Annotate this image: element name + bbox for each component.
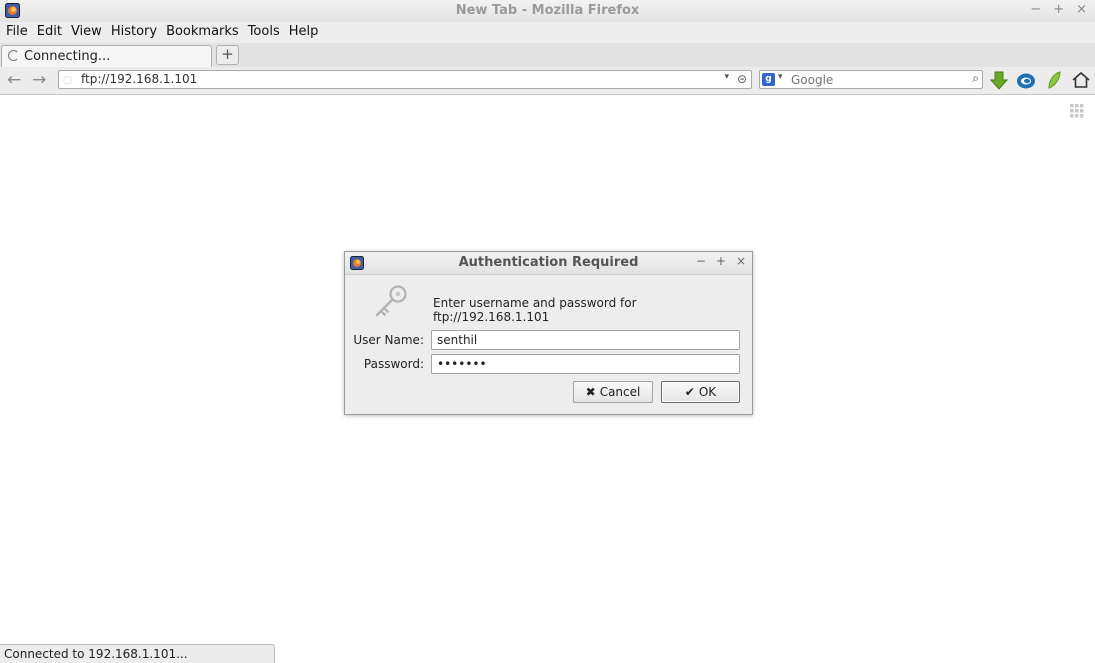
google-engine-icon[interactable]: g — [762, 73, 775, 86]
minimize-button[interactable]: − — [1030, 2, 1041, 17]
ok-button-label: OK — [698, 385, 717, 399]
stop-icon[interactable]: ⊝ — [737, 72, 747, 86]
search-input[interactable] — [791, 71, 961, 88]
url-bar[interactable]: ◌ ftp://192.168.1.101 ▾ ⊝ — [58, 70, 752, 89]
username-label: User Name: — [353, 333, 424, 347]
new-tab-button[interactable]: + — [216, 45, 239, 65]
tab-grid-icon[interactable] — [1070, 104, 1084, 118]
search-go-icon[interactable]: ⌕ — [972, 71, 979, 86]
cancel-button[interactable]: ✖ Cancel — [573, 381, 653, 403]
status-bar: Connected to 192.168.1.101... — [0, 644, 275, 663]
menu-tools[interactable]: Tools — [244, 22, 285, 43]
menu-bookmarks[interactable]: Bookmarks — [162, 22, 244, 43]
loading-spinner-icon — [8, 50, 19, 61]
forward-button[interactable]: → — [32, 70, 46, 90]
window-title: New Tab - Mozilla Firefox — [455, 3, 640, 18]
status-text: Connected to 192.168.1.101... — [4, 647, 188, 661]
search-bar[interactable]: g ▾ ⌕ — [759, 70, 983, 89]
search-engine-dropdown-icon[interactable]: ▾ — [778, 72, 783, 82]
tab-bar: Connecting... + — [0, 43, 1095, 68]
site-identity-icon[interactable]: ◌ — [63, 73, 73, 86]
url-text: ftp://192.168.1.101 — [81, 72, 198, 86]
key-icon — [375, 285, 407, 317]
menu-edit[interactable]: Edit — [33, 22, 67, 43]
home-icon[interactable] — [1070, 69, 1092, 91]
authentication-dialog: Authentication Required − + × Enter user… — [344, 251, 753, 415]
close-button[interactable]: × — [1076, 2, 1087, 17]
password-label: Password: — [363, 357, 424, 371]
dialog-message: Enter username and password for ftp://19… — [433, 296, 637, 324]
tab-connecting[interactable]: Connecting... — [1, 45, 212, 67]
menu-file[interactable]: File — [2, 22, 33, 43]
dialog-title: Authentication Required — [458, 255, 639, 270]
ok-button[interactable]: ✔ OK — [661, 381, 740, 403]
window-titlebar: New Tab - Mozilla Firefox − + × — [0, 0, 1095, 23]
back-button[interactable]: ← — [7, 70, 21, 90]
dialog-close-button[interactable]: × — [736, 254, 746, 268]
navigation-toolbar: ← → ◌ ftp://192.168.1.101 ▾ ⊝ g ▾ ⌕ — [0, 67, 1095, 95]
cancel-x-icon: ✖ — [585, 385, 596, 399]
dialog-maximize-button[interactable]: + — [716, 254, 726, 268]
url-history-dropdown-icon[interactable]: ▾ — [724, 72, 729, 82]
tab-label: Connecting... — [24, 49, 111, 64]
leaf-addon-icon[interactable] — [1043, 69, 1065, 91]
dialog-minimize-button[interactable]: − — [696, 254, 706, 268]
dialog-titlebar: Authentication Required − + × — [345, 252, 752, 275]
username-field[interactable] — [431, 330, 740, 350]
ok-check-icon: ✔ — [684, 385, 695, 399]
menu-history[interactable]: History — [107, 22, 162, 43]
dialog-window-controls: − + × — [696, 254, 746, 268]
maximize-button[interactable]: + — [1053, 2, 1064, 17]
cancel-button-label: Cancel — [599, 385, 641, 399]
password-field[interactable] — [431, 354, 740, 374]
globe-addon-icon[interactable] — [1015, 69, 1037, 91]
menu-help[interactable]: Help — [285, 22, 324, 43]
menu-bar: File Edit View History Bookmarks Tools H… — [0, 22, 1095, 43]
window-controls: − + × — [1030, 2, 1087, 17]
download-arrow-icon[interactable] — [988, 69, 1010, 91]
menu-view[interactable]: View — [67, 22, 107, 43]
